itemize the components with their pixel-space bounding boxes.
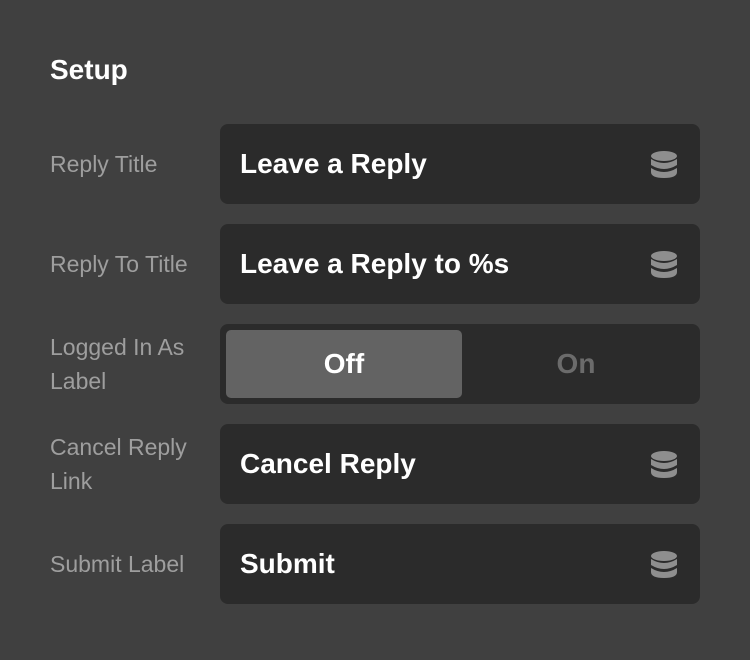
- submit-label-row: Submit Label Submit: [0, 524, 750, 604]
- submit-label-value[interactable]: Submit: [240, 524, 335, 604]
- section-title: Setup: [50, 54, 128, 85]
- reply-to-title-field[interactable]: Leave a Reply to %s: [220, 224, 700, 304]
- submit-label-field[interactable]: Submit: [220, 524, 700, 604]
- submit-label-label: Submit Label: [50, 551, 185, 577]
- cancel-reply-link-value[interactable]: Cancel Reply: [240, 424, 416, 504]
- toggle-off-option[interactable]: Off: [226, 330, 462, 398]
- database-icon[interactable]: [650, 250, 678, 278]
- cancel-reply-link-field[interactable]: Cancel Reply: [220, 424, 700, 504]
- reply-title-label: Reply Title: [50, 151, 158, 177]
- database-icon[interactable]: [650, 150, 678, 178]
- toggle-on-option[interactable]: On: [458, 330, 694, 398]
- reply-title-value[interactable]: Leave a Reply: [240, 124, 427, 204]
- logged-in-as-label-row: Logged In As Label Off On: [0, 324, 750, 404]
- reply-to-title-value[interactable]: Leave a Reply to %s: [240, 224, 509, 304]
- cancel-reply-link-label: Cancel Reply Link: [50, 434, 187, 494]
- database-icon[interactable]: [650, 550, 678, 578]
- reply-title-row: Reply Title Leave a Reply: [0, 124, 750, 204]
- reply-title-field[interactable]: Leave a Reply: [220, 124, 700, 204]
- logged-in-as-label-label: Logged In As Label: [50, 334, 185, 394]
- setup-panel: Setup Reply Title Leave a Reply Reply To…: [0, 0, 750, 660]
- logged-in-toggle[interactable]: Off On: [220, 324, 700, 404]
- database-icon[interactable]: [650, 450, 678, 478]
- reply-to-title-label: Reply To Title: [50, 251, 188, 277]
- reply-to-title-row: Reply To Title Leave a Reply to %s: [0, 224, 750, 304]
- cancel-reply-link-row: Cancel Reply Link Cancel Reply: [0, 424, 750, 504]
